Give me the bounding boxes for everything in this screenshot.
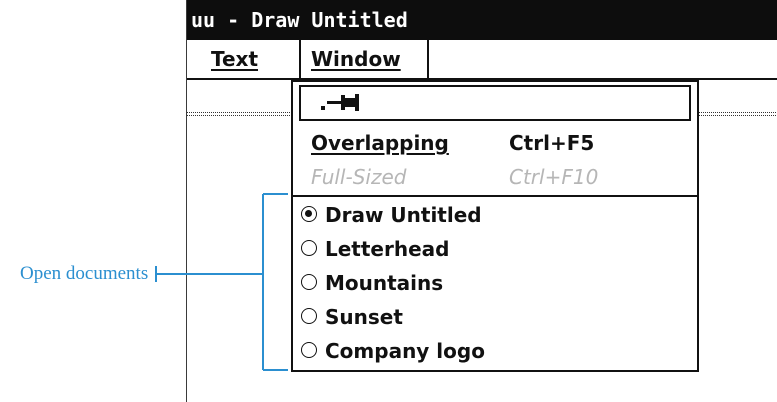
document-item-draw-untitled[interactable]: Draw Untitled [299,198,695,232]
document-item-letterhead[interactable]: Letterhead [299,232,695,266]
pushpin-icon [321,94,359,111]
document-label: Sunset [325,305,403,329]
menu-item-overlapping[interactable]: Overlapping Ctrl+F5 [293,126,697,160]
document-label: Draw Untitled [325,203,482,227]
document-label: Company logo [325,339,485,363]
radio-icon [301,308,317,324]
window-menu-dropdown: Overlapping Ctrl+F5 Full-Sized Ctrl+F10 … [291,80,699,372]
menu-window[interactable]: Window [299,40,429,78]
pin-menu-row[interactable] [299,85,691,121]
full-sized-shortcut: Ctrl+F10 [509,165,599,189]
document-label: Letterhead [325,237,450,261]
overlapping-shortcut: Ctrl+F5 [509,131,595,155]
callout-label-open-documents: Open documents [20,263,149,284]
full-sized-label: Full-Sized [311,165,407,189]
overlapping-label: Overlapping [311,131,449,155]
menu-window-label: Window [311,47,401,71]
document-item-company-logo[interactable]: Company logo [299,334,695,368]
radio-icon [301,342,317,358]
document-item-mountains[interactable]: Mountains [299,266,695,300]
document-label: Mountains [325,271,444,295]
document-item-sunset[interactable]: Sunset [299,300,695,334]
radio-icon [301,274,317,290]
menu-item-full-sized: Full-Sized Ctrl+F10 [293,160,697,194]
callout-bracket [155,193,288,371]
radio-icon [301,240,317,256]
menu-separator [293,195,697,197]
radio-selected-icon [301,206,317,222]
